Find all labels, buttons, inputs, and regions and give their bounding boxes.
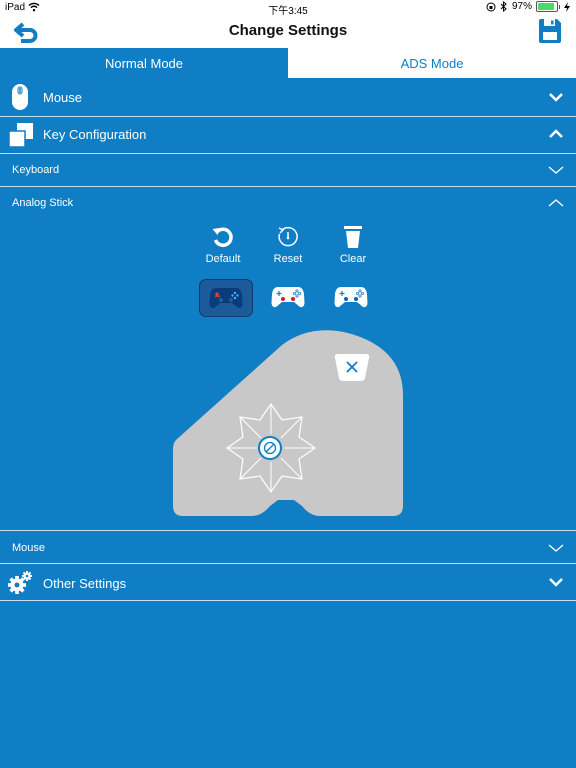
navigation-bar: Change Settings [0, 16, 576, 48]
gear-icon [8, 571, 32, 594]
copy-icon [8, 123, 33, 148]
trash-cup-icon [344, 226, 362, 248]
chevron-down-icon [548, 544, 564, 552]
mode-tabs: Normal Mode ADS Mode [0, 48, 576, 78]
subsection-mouse-label: Mouse [12, 542, 46, 554]
close-pad-button[interactable] [334, 352, 370, 382]
chevron-down-icon [548, 166, 564, 174]
save-floppy-icon[interactable] [538, 18, 562, 44]
page-title: Change Settings [228, 22, 348, 39]
reset-button-label: Reset [273, 253, 303, 265]
chevron-down-icon [549, 578, 563, 587]
mouse-icon [12, 84, 28, 110]
gamepad-dark-icon [209, 288, 243, 309]
section-key-configuration-label: Key Configuration [43, 127, 147, 142]
chevron-up-icon [548, 199, 564, 207]
section-mouse-label: Mouse [43, 90, 83, 105]
controller-option-1[interactable] [199, 279, 253, 317]
section-mouse[interactable]: Mouse [0, 78, 576, 117]
status-bar: iPad 下午3:45 97% [0, 0, 576, 17]
stick-center-button[interactable] [258, 436, 282, 460]
gamepad-white-blue-icon [334, 287, 368, 308]
reset-button[interactable]: Reset [263, 225, 313, 265]
section-other-settings[interactable]: Other Settings [0, 564, 576, 601]
clear-button[interactable]: Clear [328, 225, 378, 265]
close-icon [334, 354, 370, 381]
subsection-analog-stick[interactable]: Analog Stick [0, 187, 576, 219]
chevron-up-icon [549, 129, 563, 138]
clear-button-label: Clear [339, 253, 367, 265]
chevron-down-icon [549, 93, 563, 102]
battery-icon [536, 1, 558, 12]
section-other-settings-label: Other Settings [43, 576, 127, 591]
tab-normal-mode[interactable]: Normal Mode [0, 48, 288, 78]
reset-timer-icon [278, 226, 298, 247]
subsection-analog-stick-label: Analog Stick [12, 197, 74, 209]
gamepad-white-icon [271, 287, 305, 308]
bluetooth-icon [500, 1, 507, 12]
charging-icon [564, 1, 570, 12]
analog-stick-pad [173, 330, 403, 516]
subsection-mouse[interactable]: Mouse [0, 531, 576, 564]
subsection-keyboard[interactable]: Keyboard [0, 154, 576, 187]
battery-percent: 97% [511, 1, 532, 12]
rotation-lock-icon [486, 2, 496, 11]
tab-ads-mode[interactable]: ADS Mode [288, 48, 576, 78]
default-button[interactable]: Default [198, 225, 248, 265]
restore-icon [212, 227, 233, 247]
default-button-label: Default [205, 253, 241, 265]
controller-option-3[interactable] [325, 279, 377, 315]
section-key-configuration[interactable]: Key Configuration [0, 116, 576, 154]
subsection-keyboard-label: Keyboard [12, 164, 60, 176]
controller-option-2[interactable] [262, 279, 314, 315]
not-assigned-icon [263, 441, 277, 455]
